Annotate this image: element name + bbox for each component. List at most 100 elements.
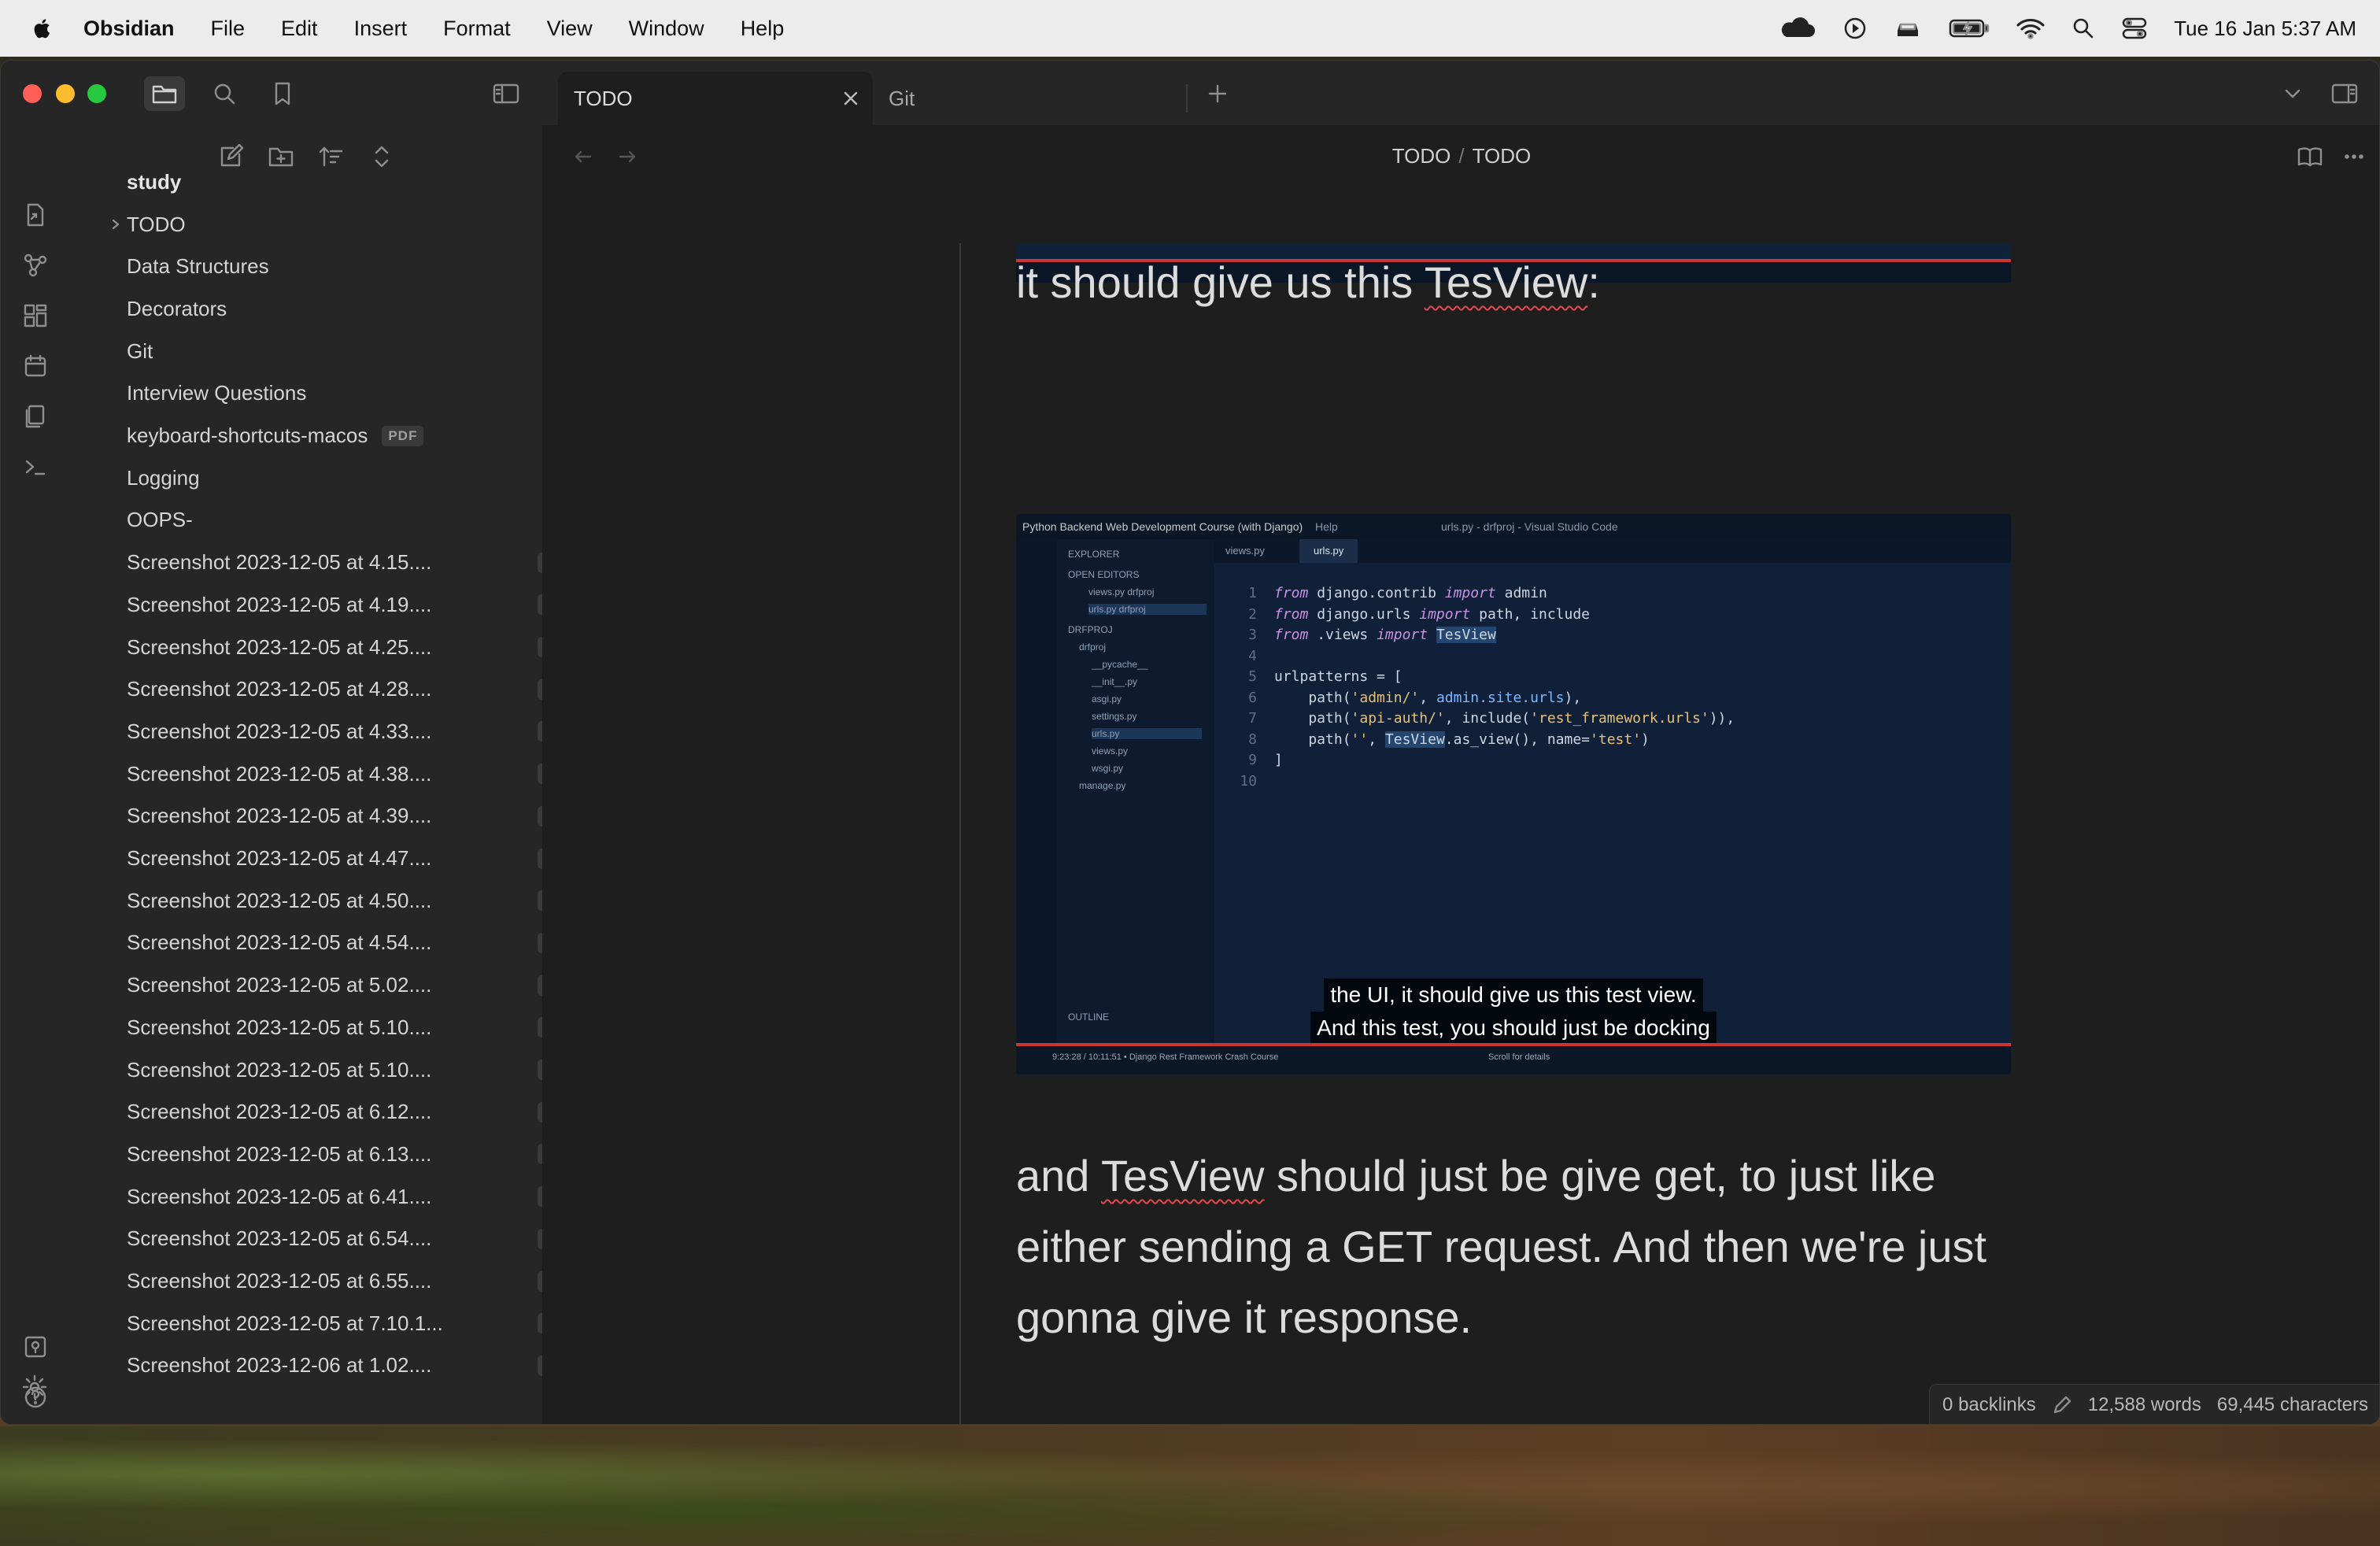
car-icon[interactable] bbox=[1894, 17, 1922, 40]
new-tab-plus-icon[interactable] bbox=[1197, 76, 1238, 111]
cloud-icon[interactable] bbox=[1777, 17, 1816, 40]
paragraph-1: it should give us this TesView: bbox=[1016, 247, 2023, 318]
battery-icon[interactable] bbox=[1949, 17, 1990, 39]
embedded-video-screenshot[interactable]: Python Backend Web Development Course (w… bbox=[1016, 514, 2011, 1074]
code-line: 7 path('api-auth/', include('rest_framew… bbox=[1248, 710, 1735, 727]
menubar-clock[interactable]: Tue 16 Jan 5:37 AM bbox=[2174, 17, 2356, 41]
terminal-icon[interactable] bbox=[18, 449, 53, 484]
new-note-icon[interactable] bbox=[212, 138, 249, 176]
menu-format[interactable]: Format bbox=[443, 17, 511, 41]
wifi-icon[interactable] bbox=[2016, 17, 2045, 39]
file-item[interactable]: Screenshot 2023-12-05 at 7.10.1...PNG bbox=[127, 1306, 582, 1341]
menu-app-name[interactable]: Obsidian bbox=[83, 17, 175, 41]
vault-switcher-icon[interactable] bbox=[18, 1330, 53, 1364]
file-item[interactable]: Screenshot 2023-12-05 at 6.41....PNG bbox=[127, 1179, 582, 1214]
vault-root-label: study bbox=[127, 169, 182, 194]
window-zoom-button[interactable] bbox=[87, 84, 106, 103]
open-quick-switcher-icon[interactable] bbox=[18, 198, 53, 232]
tab-label: TODO bbox=[574, 86, 633, 110]
file-item[interactable]: Screenshot 2023-12-05 at 4.38....PNG bbox=[127, 756, 582, 791]
caption-line-1: the UI, it should give us this test view… bbox=[1324, 978, 1703, 1012]
tab-git[interactable]: Git bbox=[873, 72, 1188, 125]
file-item[interactable]: Screenshot 2023-12-05 at 4.25....PNG bbox=[127, 630, 582, 664]
explorer-label: EXPLORER bbox=[1068, 549, 1120, 560]
file-item[interactable]: Screenshot 2023-12-05 at 5.10....PNG bbox=[127, 1010, 582, 1045]
tab-todo[interactable]: TODO bbox=[558, 72, 873, 125]
file-item[interactable]: Screenshot 2023-12-06 at 1.02....PNG bbox=[127, 1348, 582, 1383]
breadcrumb-separator: / bbox=[1458, 144, 1465, 168]
file-item[interactable]: Git bbox=[127, 334, 153, 368]
toggle-left-sidebar-icon[interactable] bbox=[486, 76, 527, 111]
tab-list-chevron-down-icon[interactable] bbox=[2272, 76, 2313, 111]
apple-menu-icon[interactable] bbox=[31, 16, 54, 41]
settings-gear-icon-glyph[interactable] bbox=[17, 1370, 52, 1404]
macos-menubar: Obsidian File Edit Insert Format View Wi… bbox=[0, 0, 2380, 57]
file-item[interactable]: Screenshot 2023-12-05 at 5.10....PNG bbox=[127, 1052, 582, 1087]
file-item-label: Screenshot 2023-12-05 at 4.38.... bbox=[127, 761, 432, 786]
toggle-right-sidebar-icon[interactable] bbox=[2324, 76, 2365, 111]
vault-root-study[interactable]: study bbox=[127, 165, 181, 199]
breadcrumb-folder[interactable]: TODO bbox=[1392, 144, 1451, 168]
open-editors-label: OPEN EDITORS bbox=[1068, 569, 1140, 580]
sort-order-icon[interactable] bbox=[312, 138, 350, 176]
daily-note-calendar-icon[interactable] bbox=[18, 349, 53, 383]
expand-collapse-icon[interactable] bbox=[363, 138, 401, 176]
close-icon[interactable] bbox=[838, 86, 863, 111]
play-icon[interactable] bbox=[1843, 17, 1867, 40]
file-item[interactable]: Interview Questions bbox=[127, 376, 306, 411]
chevron-right-icon[interactable] bbox=[108, 207, 124, 242]
control-center-icon[interactable] bbox=[2122, 17, 2147, 40]
word-count: 12,588 words bbox=[2087, 1394, 2201, 1415]
code-block: 1 from django.contrib import admin 2 from d… bbox=[1230, 583, 1735, 792]
file-item-label: Screenshot 2023-12-06 at 1.02.... bbox=[127, 1353, 432, 1378]
file-item[interactable]: keyboard-shortcuts-macos PDF bbox=[127, 419, 424, 453]
search-icon[interactable] bbox=[204, 76, 245, 111]
canvas-icon[interactable] bbox=[18, 298, 53, 333]
file-item[interactable]: Screenshot 2023-12-05 at 5.02....PNG bbox=[127, 968, 582, 1003]
file-item[interactable]: Screenshot 2023-12-05 at 6.54....PNG bbox=[127, 1222, 582, 1256]
explorer-file: views.py drfproj bbox=[1088, 586, 1155, 597]
menu-view[interactable]: View bbox=[547, 17, 593, 41]
spotlight-icon[interactable] bbox=[2071, 17, 2095, 40]
backlinks-count[interactable]: 0 backlinks bbox=[1942, 1394, 2036, 1416]
file-explorer-sidebar: study TODO Data Structures Decorators Git In… bbox=[70, 125, 582, 1424]
bookmark-icon[interactable] bbox=[262, 76, 303, 111]
window-close-button[interactable] bbox=[23, 84, 42, 103]
explorer-file: urls.py drfproj bbox=[1088, 604, 1207, 615]
window-minimize-button[interactable] bbox=[56, 84, 75, 103]
file-item[interactable]: Screenshot 2023-12-05 at 4.47....PNG bbox=[127, 841, 582, 876]
menu-insert[interactable]: Insert bbox=[354, 17, 408, 41]
code-line: 2 from django.urls import path, include bbox=[1248, 605, 1590, 623]
file-item[interactable]: OOPS- bbox=[127, 503, 193, 538]
new-folder-icon[interactable] bbox=[262, 138, 300, 176]
vscode-activity-bar bbox=[1016, 539, 1057, 1043]
breadcrumb-file[interactable]: TODO bbox=[1473, 144, 1532, 168]
code-line: 9] bbox=[1248, 752, 1283, 768]
menu-window[interactable]: Window bbox=[629, 17, 704, 41]
files-folder-icon[interactable] bbox=[144, 76, 185, 111]
file-item[interactable]: Decorators bbox=[127, 291, 227, 326]
file-item[interactable]: Screenshot 2023-12-05 at 4.33....PNG bbox=[127, 714, 582, 749]
file-item[interactable]: Screenshot 2023-12-05 at 4.28....PNG bbox=[127, 672, 582, 707]
file-item[interactable]: Screenshot 2023-12-05 at 4.50....PNG bbox=[127, 883, 582, 918]
reading-view-book-icon[interactable] bbox=[2294, 141, 2326, 172]
caption-line-2: And this test, you should just be dockin… bbox=[1310, 1012, 1717, 1045]
file-item[interactable]: Screenshot 2023-12-05 at 6.12....PNG bbox=[127, 1095, 582, 1130]
file-item[interactable]: Screenshot 2023-12-05 at 6.13....PNG bbox=[127, 1137, 582, 1171]
file-item[interactable]: Logging bbox=[127, 460, 200, 495]
file-item[interactable]: Data Structures bbox=[127, 250, 269, 284]
file-item[interactable]: Screenshot 2023-12-05 at 4.54....PNG bbox=[127, 926, 582, 960]
more-options-icon[interactable] bbox=[2338, 141, 2370, 172]
file-item[interactable]: Screenshot 2023-12-05 at 4.39....PNG bbox=[127, 799, 582, 834]
file-item[interactable]: Screenshot 2023-12-05 at 6.55....PNG bbox=[127, 1264, 582, 1299]
templates-icon[interactable] bbox=[18, 399, 53, 434]
graph-view-icon[interactable] bbox=[18, 248, 53, 283]
file-item-label: Decorators bbox=[127, 296, 227, 320]
file-item[interactable]: Screenshot 2023-12-05 at 4.19....PNG bbox=[127, 587, 582, 622]
edit-pencil-icon[interactable] bbox=[2052, 1395, 2072, 1415]
menu-edit[interactable]: Edit bbox=[281, 17, 318, 41]
folder-item[interactable]: TODO bbox=[112, 207, 186, 242]
file-item[interactable]: Screenshot 2023-12-05 at 4.15....PNG bbox=[127, 546, 582, 580]
menu-help[interactable]: Help bbox=[741, 17, 785, 41]
menu-file[interactable]: File bbox=[211, 17, 246, 41]
